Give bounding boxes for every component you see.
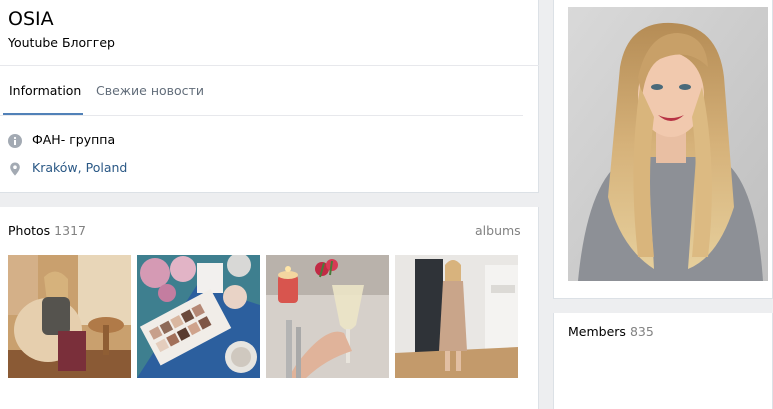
location-link[interactable]: Kraków, Poland [32,160,127,176]
photos-header[interactable]: Photos 1317 [8,223,86,239]
location-pin-icon [8,161,22,176]
members-header[interactable]: Members 835 [568,324,654,340]
members-label: Members [568,324,626,339]
photo-thumbnail[interactable] [8,255,131,378]
about-text: ФАН- группа [32,132,116,147]
albums-link[interactable]: albums [475,223,521,238]
profile-name: OSIA [8,8,54,30]
info-row-about: ФАН- группа [8,131,115,149]
photo-thumbnail[interactable] [266,255,389,378]
tab-information[interactable]: Information [9,83,81,99]
tab-recent-news[interactable]: Свежие новости [96,83,204,99]
profile-status: Youtube Блоггер [8,35,115,50]
photo-thumbnail[interactable] [137,255,260,378]
divider [0,65,539,66]
info-row-location: Kraków, Poland [8,159,127,177]
divider [0,115,523,116]
avatar[interactable] [568,7,768,281]
members-count: 835 [629,324,654,339]
photos-count: 1317 [54,223,86,238]
info-icon [8,133,22,148]
photo-thumbnail[interactable] [395,255,518,378]
photos-label: Photos [8,223,51,238]
profile-page: OSIA Youtube Блоггер Information Свежие … [0,0,773,409]
